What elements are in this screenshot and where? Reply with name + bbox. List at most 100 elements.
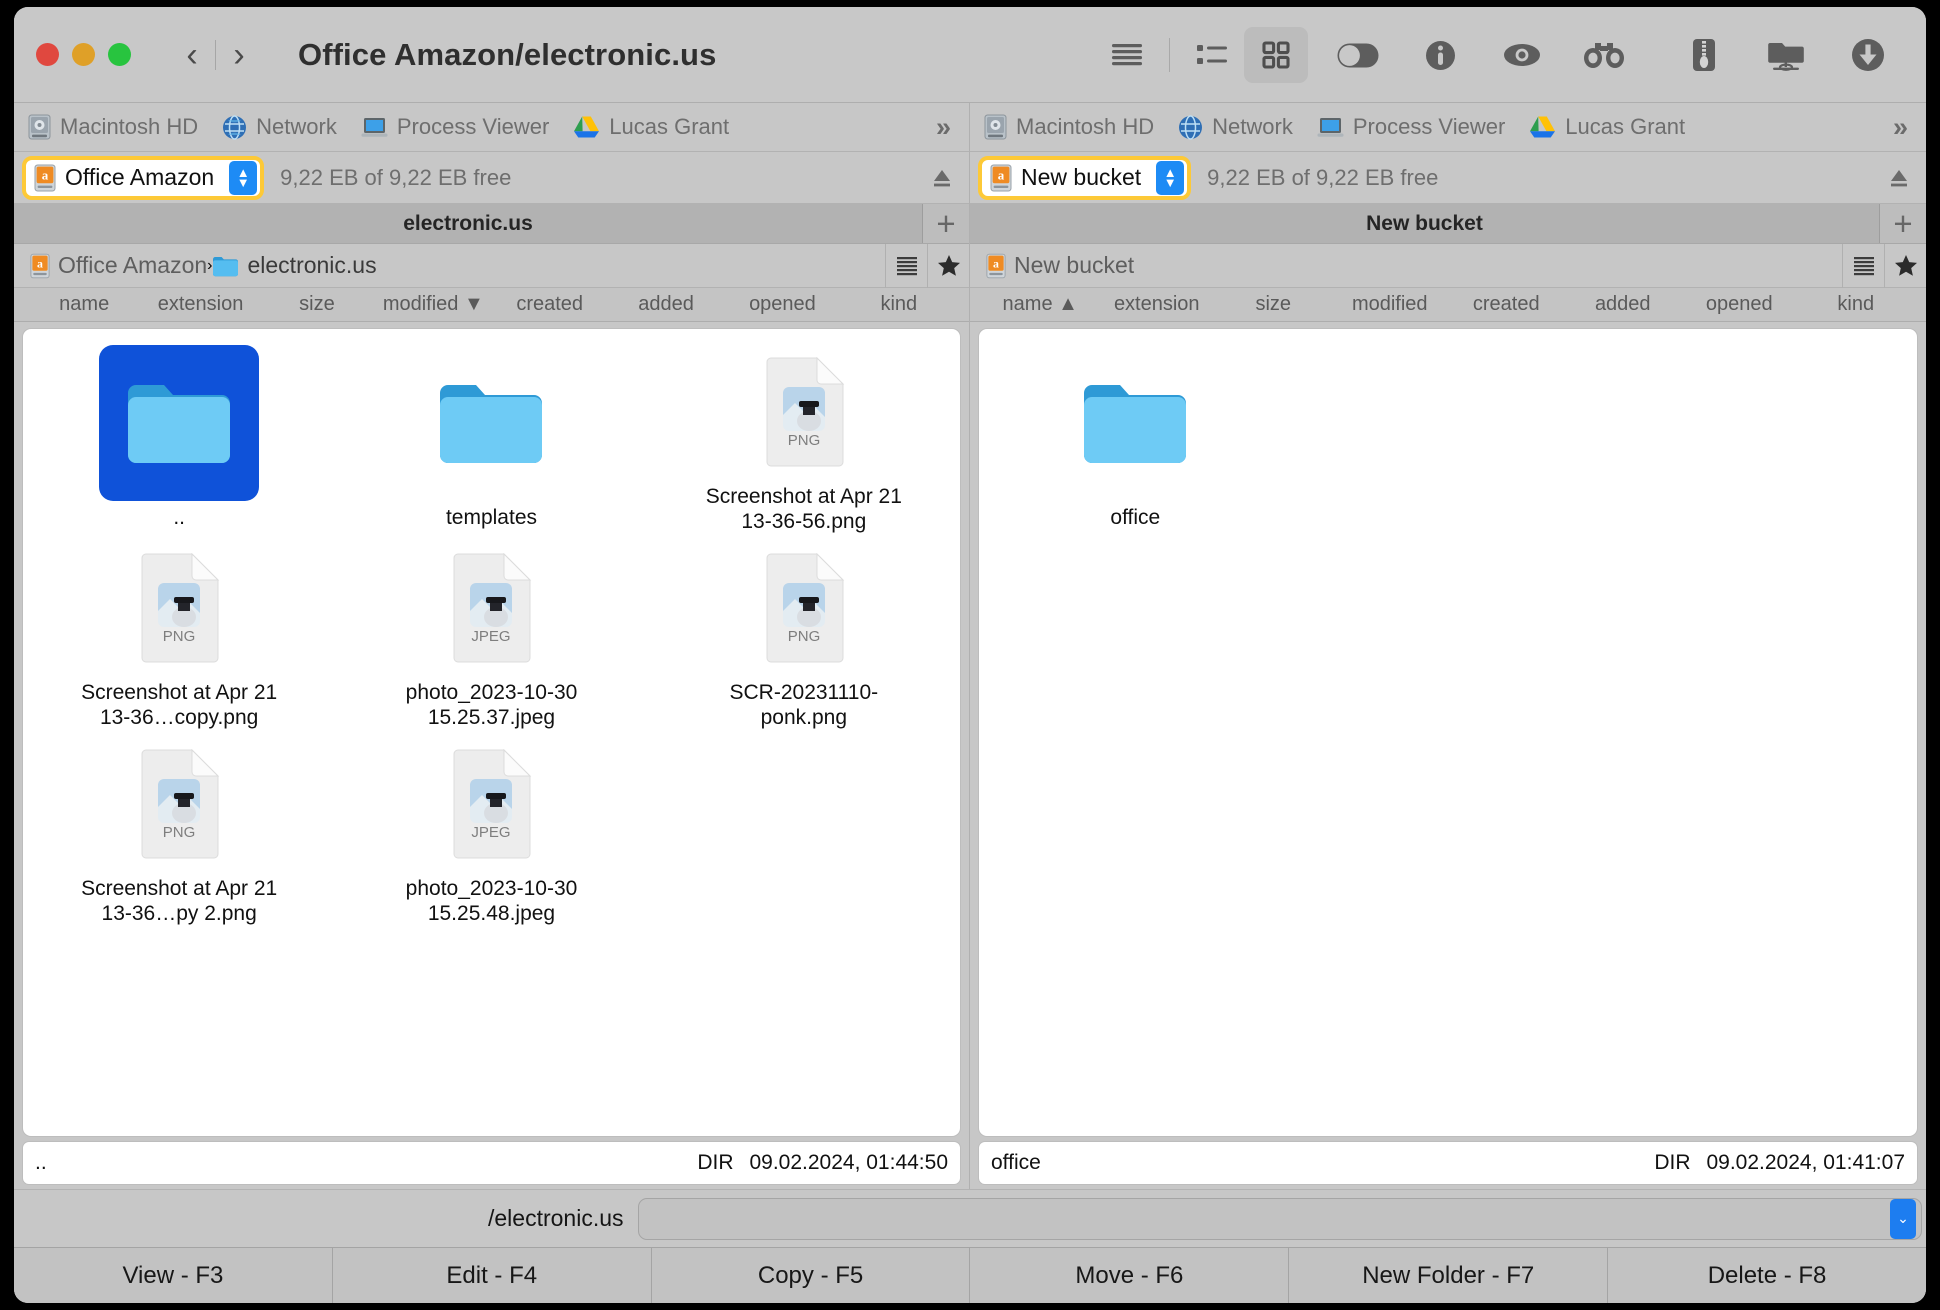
copy-f5-button[interactable]: Copy - F5 xyxy=(651,1248,971,1303)
left-file-grid[interactable]: .. templates PNG Screenshot at Apr 21 13… xyxy=(22,328,961,1137)
move-f6-button[interactable]: Move - F6 xyxy=(970,1248,1290,1303)
left-col-kind[interactable]: kind xyxy=(841,293,957,316)
favorites-overflow-button[interactable]: » xyxy=(936,112,955,143)
right-col-added[interactable]: added xyxy=(1565,293,1682,316)
new-folder-f7-button[interactable]: New Folder - F7 xyxy=(1289,1248,1609,1303)
stepper-down-icon: ▼ xyxy=(1163,174,1177,190)
left-col-created[interactable]: created xyxy=(492,293,608,316)
file-item-screenshot-1[interactable]: PNG Screenshot at Apr 21 13-36-56.png xyxy=(648,339,960,535)
archive-zip-icon[interactable] xyxy=(1672,27,1736,83)
right-drive-selector[interactable]: a New bucket ▲ ▼ xyxy=(978,155,1192,200)
title-bar: ‹ › Office Amazon/electronic.us xyxy=(14,7,1926,103)
favorite-process-viewer[interactable]: Process Viewer xyxy=(361,114,549,140)
forward-button[interactable]: › xyxy=(216,32,262,78)
svg-text:a: a xyxy=(993,256,999,270)
favorite-network[interactable]: Network xyxy=(222,114,337,140)
right-history-icon[interactable] xyxy=(1842,243,1884,288)
image-file-icon: JPEG xyxy=(453,553,532,663)
command-history-dropdown[interactable]: ⌄ xyxy=(1890,1198,1916,1239)
right-tab-new-bucket[interactable]: New bucket xyxy=(970,204,1880,243)
file-badge: PNG xyxy=(163,824,196,841)
favorites-overflow-button[interactable]: » xyxy=(1893,112,1912,143)
file-item-photo-1[interactable]: JPEG photo_2023-10-30 15.25.37.jpeg xyxy=(335,535,647,731)
right-drive-stepper[interactable]: ▲ ▼ xyxy=(1156,160,1185,195)
list-view-icon[interactable] xyxy=(1180,27,1244,83)
file-item-scr-ponk[interactable]: PNG SCR-20231110-ponk.png xyxy=(648,535,960,731)
right-col-modified[interactable]: modified xyxy=(1332,293,1449,316)
left-col-opened[interactable]: opened xyxy=(724,293,840,316)
right-column-headers: name ▲ extension size modified created a… xyxy=(970,288,1926,322)
sidebar-toggle-icon[interactable] xyxy=(1095,27,1159,83)
right-eject-button[interactable] xyxy=(1888,167,1910,189)
left-favorite-star-icon[interactable] xyxy=(927,243,969,288)
right-col-extension[interactable]: extension xyxy=(1099,293,1216,316)
left-breadcrumb-item-folder[interactable]: electronic.us xyxy=(212,252,377,279)
favorite-process-viewer[interactable]: Process Viewer xyxy=(1317,114,1505,140)
favorite-label: Macintosh HD xyxy=(1016,114,1155,139)
right-status-date: 09.02.2024, 01:41:07 xyxy=(1706,1151,1905,1174)
delete-f8-button[interactable]: Delete - F8 xyxy=(1608,1248,1926,1303)
file-item-photo-2[interactable]: JPEG photo_2023-10-30 15.25.48.jpeg xyxy=(335,731,647,927)
right-file-grid[interactable]: office xyxy=(978,328,1918,1137)
view-f3-button[interactable]: View - F3 xyxy=(14,1248,333,1303)
grid-view-icon[interactable] xyxy=(1244,27,1308,83)
maximize-button[interactable] xyxy=(108,43,131,66)
right-new-tab-button[interactable]: + xyxy=(1880,204,1926,243)
google-drive-icon xyxy=(574,116,600,138)
globe-icon xyxy=(223,114,247,140)
left-column-headers: name extension size modified ▼ created a… xyxy=(14,288,969,322)
left-col-added[interactable]: added xyxy=(608,293,724,316)
left-col-modified[interactable]: modified ▼ xyxy=(375,293,491,316)
left-eject-button[interactable] xyxy=(931,167,953,189)
file-item-parent-dir[interactable]: .. xyxy=(23,339,335,535)
download-icon[interactable] xyxy=(1836,27,1900,83)
edit-f4-button[interactable]: Edit - F4 xyxy=(332,1248,652,1303)
right-status-bar: office DIR 09.02.2024, 01:41:07 xyxy=(978,1141,1918,1185)
file-item-screenshot-copy[interactable]: PNG Screenshot at Apr 21 13-36…copy.png xyxy=(23,535,335,731)
close-button[interactable] xyxy=(36,43,59,66)
favorite-network[interactable]: Network xyxy=(1178,114,1293,140)
left-history-icon[interactable] xyxy=(885,243,927,288)
file-badge: JPEG xyxy=(472,628,511,645)
left-tab-row: electronic.us + xyxy=(14,204,969,244)
right-col-opened[interactable]: opened xyxy=(1681,293,1798,316)
left-new-tab-button[interactable]: + xyxy=(923,204,969,243)
google-drive-icon xyxy=(1530,116,1556,138)
file-item-office[interactable]: office xyxy=(979,339,1292,535)
right-favorite-star-icon[interactable] xyxy=(1884,243,1926,288)
left-drive-stepper[interactable]: ▲ ▼ xyxy=(229,160,258,195)
left-drive-selector[interactable]: a Office Amazon ▲ ▼ xyxy=(22,155,265,200)
favorite-lucas-grant[interactable]: Lucas Grant xyxy=(573,114,729,140)
left-free-space: 9,22 EB of 9,22 EB free xyxy=(280,164,512,190)
right-col-size[interactable]: size xyxy=(1215,293,1332,316)
network-folder-icon[interactable] xyxy=(1754,27,1818,83)
left-breadcrumb-item-root[interactable]: a Office Amazon xyxy=(30,252,207,279)
left-col-name[interactable]: name xyxy=(26,293,142,316)
left-tab-electronic-us[interactable]: electronic.us xyxy=(14,204,923,243)
left-pane: Macintosh HD Network Process Viewer Luca… xyxy=(14,103,970,1189)
toggle-switch-icon[interactable] xyxy=(1326,27,1390,83)
left-favorites-bar: Macintosh HD Network Process Viewer Luca… xyxy=(14,103,969,152)
dual-pane-container: Macintosh HD Network Process Viewer Luca… xyxy=(14,103,1926,1189)
back-button[interactable]: ‹ xyxy=(169,32,215,78)
file-name: Screenshot at Apr 21 13-36…py 2.png xyxy=(81,876,278,926)
minimize-button[interactable] xyxy=(72,43,95,66)
binoculars-icon[interactable] xyxy=(1572,27,1636,83)
left-col-extension[interactable]: extension xyxy=(142,293,258,316)
favorite-macintosh-hd[interactable]: Macintosh HD xyxy=(984,114,1154,140)
file-item-screenshot-copy-2[interactable]: PNG Screenshot at Apr 21 13-36…py 2.png xyxy=(23,731,335,927)
file-item-templates[interactable]: templates xyxy=(335,339,647,535)
folder-icon xyxy=(213,256,239,276)
right-col-created[interactable]: created xyxy=(1448,293,1565,316)
right-col-name[interactable]: name ▲ xyxy=(982,293,1099,316)
eye-icon[interactable] xyxy=(1490,27,1554,83)
favorite-lucas-grant[interactable]: Lucas Grant xyxy=(1529,114,1685,140)
right-breadcrumb-item-root[interactable]: a New bucket xyxy=(986,252,1134,279)
file-badge: PNG xyxy=(788,628,821,645)
info-icon[interactable] xyxy=(1408,27,1472,83)
command-input[interactable] xyxy=(637,1197,1922,1240)
right-col-kind[interactable]: kind xyxy=(1798,293,1915,316)
left-col-size[interactable]: size xyxy=(259,293,375,316)
favorite-macintosh-hd[interactable]: Macintosh HD xyxy=(28,114,198,140)
amazon-drive-icon: a xyxy=(34,164,56,191)
